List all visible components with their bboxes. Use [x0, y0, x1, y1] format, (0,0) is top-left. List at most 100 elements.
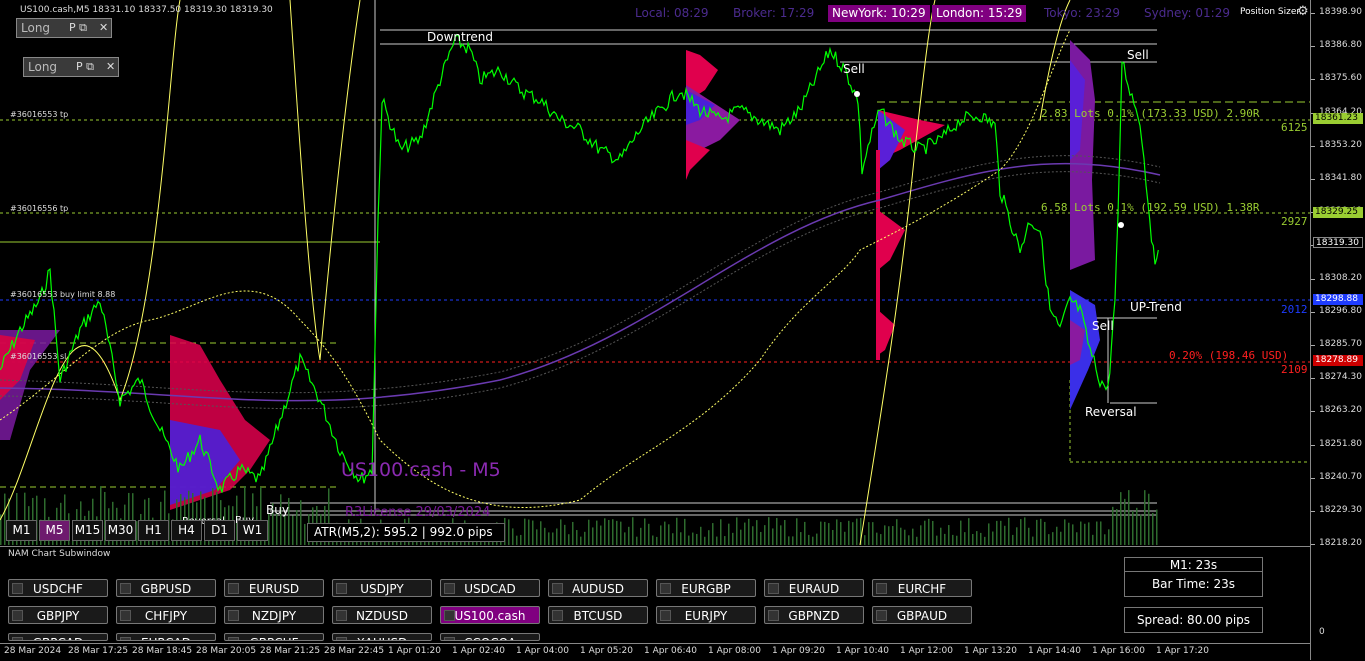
symbol-button[interactable]: GBPNZD — [764, 606, 864, 624]
long-panel-1[interactable]: Long P ⧉ ✕ — [16, 18, 112, 38]
symbol-button[interactable]: AUDUSD — [548, 579, 648, 597]
tf-m1[interactable]: M1 — [6, 520, 37, 541]
clock-newyork: NewYork: 10:29 — [828, 5, 930, 22]
symbol-button[interactable]: GBPJPY — [8, 606, 108, 624]
volume-bar — [1148, 493, 1150, 545]
symbol-checkbox[interactable] — [444, 637, 455, 640]
symbol-button[interactable]: BTCUSD — [548, 606, 648, 624]
symbol-checkbox[interactable] — [228, 610, 239, 621]
tf-h1[interactable]: H1 — [138, 520, 169, 541]
position-sizer-label[interactable]: Position Sizer — [1240, 7, 1300, 17]
price-axis[interactable]: 18398.90 18386.80 18375.60 18364.20 18353.20… — [1310, 0, 1365, 660]
symbol-button[interactable]: EURGBP — [656, 579, 756, 597]
symbol-button[interactable]: EURCAD — [116, 633, 216, 641]
position-sizer-gear-icon[interactable]: ⚙ — [1297, 4, 1309, 19]
long-panel-2[interactable]: Long P ⧉ ✕ — [23, 57, 119, 77]
volume-bar — [276, 513, 278, 545]
panel-sub[interactable]: P ⧉ — [76, 58, 94, 76]
volume-bar — [728, 523, 730, 545]
sell-label-1[interactable]: Sell — [843, 62, 865, 76]
symbol-checkbox[interactable] — [120, 637, 131, 640]
volume-bar — [916, 536, 918, 545]
symbol-checkbox[interactable] — [552, 610, 563, 621]
tp2-pips-label: 2927 — [1281, 215, 1308, 228]
symbol-checkbox[interactable] — [336, 610, 347, 621]
volume-bar — [1044, 521, 1046, 545]
symbol-checkbox[interactable] — [228, 637, 239, 640]
clock-tokyo: Tokyo: 23:29 — [1044, 6, 1121, 20]
close-icon[interactable]: ✕ — [106, 58, 115, 76]
restore-icon[interactable]: ⧉ — [79, 21, 87, 34]
sell-label-2[interactable]: Sell — [1127, 48, 1149, 62]
tf-d1[interactable]: D1 — [204, 520, 235, 541]
volume-bar — [868, 522, 870, 545]
symbol-checkbox[interactable] — [12, 583, 23, 594]
tf-w1[interactable]: W1 — [237, 520, 268, 541]
volume-bar — [284, 515, 286, 545]
symbol-button[interactable]: CHFJPY — [116, 606, 216, 624]
symbol-button[interactable]: USDCAD — [440, 579, 540, 597]
restore-icon[interactable]: ⧉ — [86, 60, 94, 73]
symbol-checkbox[interactable] — [228, 583, 239, 594]
symbol-button[interactable]: NZDJPY — [224, 606, 324, 624]
symbol-button[interactable]: GBPAUD — [872, 606, 972, 624]
symbol-checkbox[interactable] — [336, 637, 347, 640]
time-axis[interactable]: 28 Mar 2024 28 Mar 17:25 28 Mar 18:45 28 Ma… — [0, 643, 1310, 661]
volume-bar — [840, 522, 842, 545]
symbol-button[interactable]: CCOCOA — [440, 633, 540, 641]
volume-bar — [520, 534, 522, 545]
symbol-checkbox[interactable] — [876, 610, 887, 621]
symbol-checkbox[interactable] — [660, 610, 671, 621]
symbol-button[interactable]: EURUSD — [224, 579, 324, 597]
symbol-button[interactable]: NZDUSD — [332, 606, 432, 624]
symbol-button[interactable]: GBPUSD — [116, 579, 216, 597]
reversal-label[interactable]: Reversal — [1085, 405, 1137, 419]
panel-sub[interactable]: P ⧉ — [69, 19, 87, 37]
buy-label[interactable]: Buy — [266, 503, 289, 517]
volume-bar — [920, 525, 922, 545]
symbol-button[interactable]: XAUUSD — [332, 633, 432, 641]
symbol-button[interactable]: US100.cash — [440, 606, 540, 624]
symbol-button[interactable]: USDCHF — [8, 579, 108, 597]
uptrend-label[interactable]: UP-Trend — [1130, 300, 1182, 314]
volume-bar — [648, 523, 650, 545]
symbol-checkbox[interactable] — [768, 610, 779, 621]
symbol-checkbox[interactable] — [768, 583, 779, 594]
symbol-button[interactable]: EURAUD — [764, 579, 864, 597]
symbol-checkbox[interactable] — [444, 583, 455, 594]
downtrend-label[interactable]: Downtrend — [427, 30, 493, 44]
symbol-checkbox[interactable] — [444, 610, 455, 621]
symbol-checkbox[interactable] — [120, 583, 131, 594]
tf-m5[interactable]: M5 — [39, 520, 70, 541]
symbol-button[interactable]: USDJPY — [332, 579, 432, 597]
price-chart[interactable]: US100.cash,M5 18331.10 18337.50 18319.30… — [0, 0, 1310, 545]
order-sl-label[interactable]: #36016553 sl — [10, 352, 66, 361]
symbol-button[interactable]: GBPCHF — [224, 633, 324, 641]
symbol-checkbox[interactable] — [12, 637, 23, 640]
symbol-checkbox[interactable] — [876, 583, 887, 594]
symbol-button[interactable]: GBPCAD — [8, 633, 108, 641]
volume-bar — [1028, 527, 1030, 545]
volume-bar — [908, 535, 910, 545]
symbol-checkbox[interactable] — [12, 610, 23, 621]
volume-bar — [1124, 498, 1126, 545]
symbol-button[interactable]: EURCHF — [872, 579, 972, 597]
order-tp1-label[interactable]: #36016553 tp — [10, 110, 68, 119]
tf-m30[interactable]: M30 — [105, 520, 136, 541]
symbol-checkbox[interactable] — [552, 583, 563, 594]
volume-bar — [1096, 521, 1098, 545]
volume-bar — [1060, 531, 1062, 545]
sell-label-3[interactable]: Sell — [1092, 319, 1114, 333]
symbol-checkbox[interactable] — [660, 583, 671, 594]
order-tp2-label[interactable]: #36016556 tp — [10, 204, 68, 213]
tf-h4[interactable]: H4 — [171, 520, 202, 541]
price-tick — [1311, 345, 1315, 346]
symbol-checkbox[interactable] — [336, 583, 347, 594]
symbol-button[interactable]: EURJPY — [656, 606, 756, 624]
order-buy-limit-label[interactable]: #36016553 buy limit 8.88 — [10, 290, 115, 299]
volume-bar — [756, 520, 758, 545]
symbol-checkbox[interactable] — [120, 610, 131, 621]
tf-m15[interactable]: M15 — [72, 520, 103, 541]
close-icon[interactable]: ✕ — [99, 19, 108, 37]
tp1-lot-label: 2.83 Lots 0.1% (173.33 USD) 2.90R — [1041, 107, 1260, 120]
